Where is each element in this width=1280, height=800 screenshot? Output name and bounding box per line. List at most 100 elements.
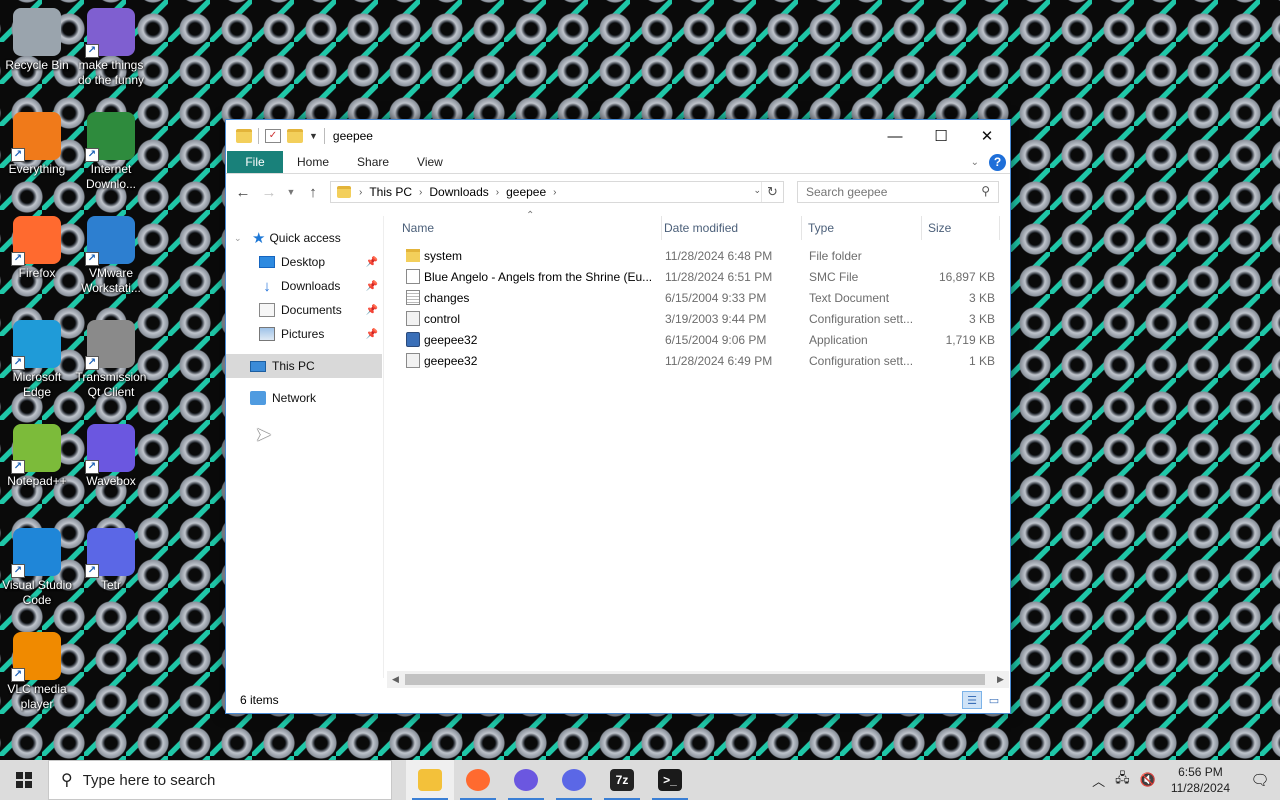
- tab-share[interactable]: Share: [343, 151, 403, 173]
- desktop-icon-globe[interactable]: ↗ Internet Downlo...: [73, 112, 149, 192]
- desktop-icon-tetr[interactable]: ↗ Tetr: [73, 528, 149, 593]
- pin-icon: 📌: [365, 304, 378, 316]
- search-box[interactable]: ⚲: [797, 181, 999, 203]
- file-type: Application: [809, 329, 921, 350]
- nav-this-pc[interactable]: This PC: [226, 354, 382, 378]
- maximize-button[interactable]: ☐: [918, 120, 964, 152]
- new-folder-icon[interactable]: [287, 129, 303, 143]
- nav-label: Quick access: [269, 231, 341, 245]
- taskbar-terminal-button[interactable]: >_: [646, 760, 694, 800]
- title-bar[interactable]: ✓ ▼ geepee — ☐ ✕: [226, 120, 1010, 152]
- network-status-icon[interactable]: 🖧: [1115, 769, 1130, 791]
- file-size: 3 KB: [922, 287, 995, 308]
- desktop-icon-transmission[interactable]: ↗ Transmission Qt Client: [73, 320, 149, 400]
- desktop-icon: [259, 256, 275, 268]
- desktop-icon-shortcut[interactable]: ↗ make things do the funny: [73, 8, 149, 88]
- table-row[interactable]: control 3/19/2003 9:44 PM Configuration se…: [386, 308, 1002, 329]
- desktop-icon-wavebox[interactable]: ↗ Wavebox: [73, 424, 149, 489]
- address-bar[interactable]: › This PC › Downloads › geepee › ⌄ ↻: [330, 181, 784, 203]
- nav-quick-access[interactable]: ⌄ ★ Quick access: [226, 226, 384, 250]
- shortcut-arrow-icon: ↗: [11, 460, 25, 474]
- file-size: 3 KB: [922, 308, 995, 329]
- column-name[interactable]: Name: [396, 216, 662, 240]
- column-size[interactable]: Size: [922, 216, 1000, 240]
- nav-network[interactable]: Network: [226, 386, 384, 410]
- file-type: Configuration sett...: [809, 308, 921, 329]
- breadcrumb-geepee[interactable]: geepee: [501, 185, 551, 199]
- nav-downloads[interactable]: ↓ Downloads 📌: [226, 274, 384, 298]
- start-button[interactable]: [0, 760, 48, 800]
- volume-muted-icon[interactable]: 🔇: [1140, 772, 1156, 788]
- file-type: SMC File: [809, 266, 921, 287]
- expand-ribbon-chevron-icon[interactable]: ⌄: [971, 157, 979, 168]
- globe-icon: ↗: [85, 112, 135, 162]
- back-arrow-icon[interactable]: ←: [232, 181, 254, 203]
- tab-home[interactable]: Home: [283, 151, 343, 173]
- file-explorer-window: ✓ ▼ geepee — ☐ ✕ File Home Share View ⌄ …: [225, 119, 1011, 714]
- properties-icon[interactable]: ✓: [265, 129, 281, 143]
- file-size-text: 3 KB: [968, 290, 995, 305]
- desktop-icon-vscode[interactable]: ↗ Visual Studio Code: [0, 528, 75, 608]
- system-tray: ︿ 🖧 🔇 6:56 PM 11/28/2024 🗨: [1087, 760, 1280, 800]
- breadcrumb-separator-icon[interactable]: ›: [417, 187, 424, 198]
- desktop-icon-vmware[interactable]: ↗ VMware Workstati...: [73, 216, 149, 296]
- recent-locations-dropdown-icon[interactable]: ▼: [284, 181, 298, 203]
- scroll-left-arrow-icon[interactable]: ◀: [387, 671, 404, 688]
- column-date-modified[interactable]: Date modified: [658, 216, 802, 240]
- column-type[interactable]: Type: [802, 216, 922, 240]
- desktop-icon-notepad[interactable]: ↗ Notepad++: [0, 424, 75, 489]
- show-hidden-icons-chevron-icon[interactable]: ︿: [1092, 771, 1105, 790]
- scrollbar-thumb[interactable]: [405, 674, 985, 685]
- help-icon[interactable]: ?: [989, 154, 1006, 171]
- breadcrumb-downloads[interactable]: Downloads: [424, 185, 493, 199]
- ribbon-tabs: File Home Share View ⌄ ?: [226, 151, 1010, 174]
- table-row[interactable]: geepee32 6/15/2004 9:06 PM Application 1,71…: [386, 329, 1002, 350]
- clock[interactable]: 6:56 PM 11/28/2024: [1171, 764, 1230, 796]
- taskbar-tetr-button[interactable]: [550, 760, 598, 800]
- desktop-icon-search-app[interactable]: ↗ Everything: [0, 112, 75, 177]
- table-row[interactable]: geepee32 11/28/2024 6:49 PM Configuration …: [386, 350, 1002, 371]
- horizontal-scrollbar[interactable]: ◀ ▶: [387, 671, 1009, 688]
- up-arrow-icon[interactable]: ↑: [302, 181, 324, 203]
- nav-label: Downloads: [281, 279, 341, 293]
- nav-documents[interactable]: Documents 📌: [226, 298, 384, 322]
- taskbar-firefox-button[interactable]: [454, 760, 502, 800]
- scroll-right-arrow-icon[interactable]: ▶: [992, 671, 1009, 688]
- desktop-icon-label: Firefox: [18, 266, 56, 280]
- close-button[interactable]: ✕: [964, 120, 1010, 152]
- taskbar-file-explorer-button[interactable]: [406, 760, 454, 800]
- file-size-text: 1 KB: [968, 353, 995, 368]
- nav-desktop[interactable]: Desktop 📌: [226, 250, 384, 274]
- large-icons-view-icon[interactable]: ▭: [984, 691, 1004, 709]
- refresh-icon[interactable]: ↻: [761, 182, 783, 202]
- taskbar-wavebox-button[interactable]: [502, 760, 550, 800]
- table-row[interactable]: Blue Angelo - Angels from the Shrine (Eu…: [386, 266, 1002, 287]
- table-row[interactable]: system 11/28/2024 6:48 PM File folder: [386, 245, 1002, 266]
- shortcut-arrow-icon: ↗: [11, 668, 25, 682]
- breadcrumb-separator-icon[interactable]: ›: [551, 187, 558, 198]
- table-row[interactable]: changes 6/15/2004 9:33 PM Text Document 3 K…: [386, 287, 1002, 308]
- taskbar-search-placeholder: Type here to search: [82, 771, 216, 789]
- forward-arrow-icon[interactable]: →: [258, 181, 280, 203]
- search-input[interactable]: [806, 185, 976, 199]
- desktop-icon-recycle-bin[interactable]: Recycle Bin: [0, 8, 75, 73]
- breadcrumb-this-pc[interactable]: This PC: [364, 185, 417, 199]
- taskbar-7zip-button[interactable]: 7z: [598, 760, 646, 800]
- address-history-dropdown-icon[interactable]: ⌄: [753, 185, 761, 196]
- details-view-icon[interactable]: ☰: [962, 691, 982, 709]
- breadcrumb-separator-icon[interactable]: ›: [494, 187, 501, 198]
- notifications-icon[interactable]: 🗨: [1240, 771, 1280, 789]
- tab-file[interactable]: File: [227, 151, 283, 173]
- desktop-icon-edge[interactable]: ↗ Microsoft Edge: [0, 320, 75, 400]
- desktop-icon-vlc[interactable]: ↗ VLC media player: [0, 632, 75, 712]
- breadcrumb-separator-icon[interactable]: ›: [357, 187, 364, 198]
- tab-view[interactable]: View: [403, 151, 457, 173]
- customize-toolbar-dropdown-icon[interactable]: ▼: [309, 131, 318, 141]
- file-type: File folder: [809, 245, 921, 266]
- taskbar-search-box[interactable]: ⚲ Type here to search: [48, 760, 392, 800]
- collapse-chevron-icon[interactable]: ⌄: [234, 233, 242, 244]
- desktop-icon-firefox[interactable]: ↗ Firefox: [0, 216, 75, 281]
- nav-pictures[interactable]: Pictures 📌: [226, 322, 384, 346]
- firefox-icon: [466, 769, 490, 791]
- minimize-button[interactable]: —: [872, 120, 918, 152]
